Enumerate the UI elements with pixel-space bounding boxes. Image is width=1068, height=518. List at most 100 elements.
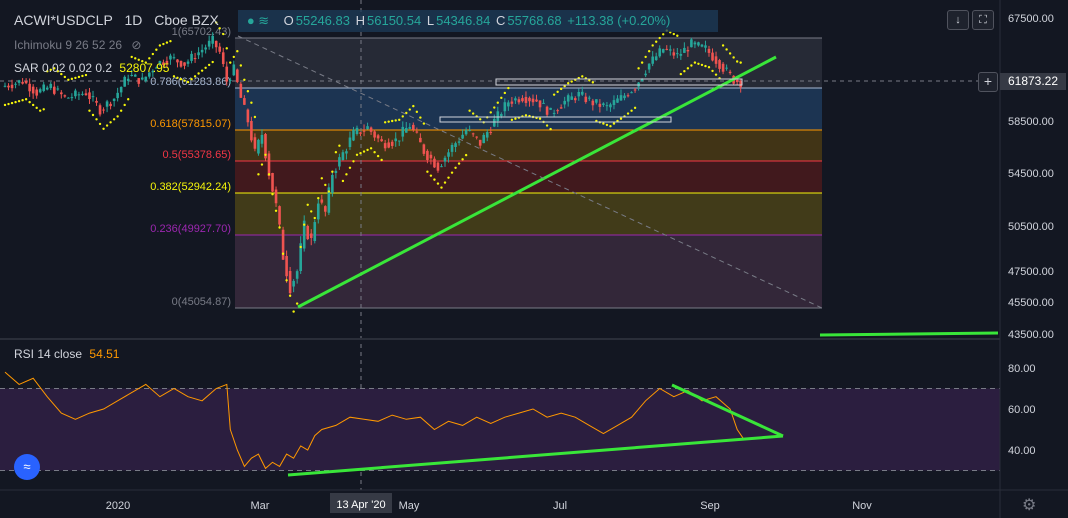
candle-body bbox=[246, 109, 250, 123]
gear-icon[interactable]: ⚙ bbox=[1022, 495, 1036, 515]
candle-body bbox=[225, 66, 229, 82]
sar-value: 52807.95 bbox=[119, 61, 170, 75]
candle-body bbox=[320, 199, 324, 203]
candle-body bbox=[609, 104, 612, 108]
sar-dot bbox=[707, 66, 711, 69]
candle-body bbox=[183, 62, 186, 66]
candle-body bbox=[359, 132, 362, 134]
candle-body bbox=[243, 98, 246, 105]
candle-body bbox=[10, 84, 14, 89]
candle-body bbox=[728, 71, 732, 74]
candle-body bbox=[281, 229, 285, 260]
candle-body bbox=[257, 139, 260, 154]
chart-canvas[interactable]: 1(65702.43)0.786(61283.86)0.618(57815.07… bbox=[0, 0, 1068, 518]
candle-body bbox=[179, 60, 183, 67]
sar-dot bbox=[429, 174, 433, 177]
sar-dot bbox=[538, 117, 542, 120]
candle-body bbox=[665, 48, 669, 50]
candle-body bbox=[369, 127, 373, 132]
eye-off-icon[interactable]: ● ≋ bbox=[238, 10, 278, 32]
sar-dot bbox=[721, 44, 725, 47]
symbol-name[interactable]: ACWI*USDCLP bbox=[14, 12, 113, 28]
sar-dot bbox=[327, 190, 331, 193]
sar-dot bbox=[10, 101, 14, 105]
sar-dot bbox=[345, 173, 348, 176]
sar-dot bbox=[496, 101, 499, 104]
sar-dot bbox=[3, 103, 7, 107]
sar-dot bbox=[686, 67, 690, 70]
candle-body bbox=[112, 98, 116, 101]
sar-legend[interactable]: SAR 0.02 0.02 0.2 52807.95 bbox=[14, 61, 169, 75]
candle-body bbox=[14, 83, 17, 85]
sar-dot bbox=[88, 109, 91, 112]
sar-dot bbox=[271, 193, 274, 196]
sar-dot bbox=[105, 124, 109, 127]
sar-dot bbox=[394, 119, 397, 122]
sar-dot bbox=[612, 122, 616, 125]
sar-dot bbox=[507, 86, 510, 90]
candle-body bbox=[633, 89, 637, 91]
sar-dot bbox=[647, 49, 651, 53]
sar-dot bbox=[619, 117, 623, 120]
arrow-down-icon[interactable]: ↓ bbox=[947, 10, 969, 30]
symbol-header[interactable]: ACWI*USDCLP 1D Cboe BZX bbox=[14, 12, 219, 28]
fullscreen-icon[interactable]: ⛶ bbox=[972, 10, 994, 30]
candle-body bbox=[426, 150, 429, 160]
sar-dot bbox=[725, 48, 728, 51]
candle-body bbox=[602, 103, 605, 105]
sar-dot bbox=[21, 99, 24, 102]
candle-body bbox=[436, 162, 440, 171]
fibonacci-retracement[interactable]: 1(65702.43)0.786(61283.86)0.618(57815.07… bbox=[150, 26, 822, 309]
candle-body bbox=[98, 105, 102, 115]
sar-dot bbox=[250, 101, 253, 104]
price-tick-label: 50500.00 bbox=[1008, 221, 1054, 233]
sar-dot bbox=[236, 49, 239, 53]
sar-dot bbox=[197, 72, 200, 75]
candle-body bbox=[580, 91, 584, 95]
sar-dot bbox=[320, 177, 323, 180]
candle-body bbox=[383, 143, 387, 149]
sar-dot bbox=[292, 310, 295, 313]
fib-level-label: 0.786(61283.86) bbox=[150, 76, 231, 88]
plus-icon[interactable]: + bbox=[978, 72, 998, 92]
sar-dot bbox=[352, 160, 355, 163]
rsi-legend[interactable]: RSI 14 close 54.51 bbox=[14, 347, 119, 361]
candle-body bbox=[651, 56, 654, 64]
candle-body bbox=[552, 112, 556, 114]
candle-body bbox=[686, 50, 690, 52]
eye-off-icon[interactable]: ⊘ bbox=[131, 38, 141, 52]
candle-body bbox=[366, 126, 369, 130]
interval-label[interactable]: 1D bbox=[124, 12, 142, 28]
candle-body bbox=[485, 132, 489, 138]
sar-dot bbox=[366, 148, 369, 152]
sar-dot bbox=[67, 78, 70, 82]
sar-dot bbox=[211, 60, 214, 64]
sar-dot bbox=[387, 120, 390, 123]
sar-dot bbox=[28, 100, 31, 104]
candle-body bbox=[464, 130, 468, 135]
candle-body bbox=[700, 44, 704, 47]
rsi-label: RSI 14 close bbox=[14, 347, 83, 361]
sar-dot bbox=[514, 117, 517, 120]
candle-body bbox=[49, 83, 53, 89]
high-value: 56150.54 bbox=[367, 13, 422, 28]
candle-body bbox=[102, 109, 105, 111]
price-tick-label: 54500.00 bbox=[1008, 168, 1054, 180]
horizontal-line[interactable] bbox=[819, 331, 999, 337]
ichimoku-legend[interactable]: Ichimoku 9 26 52 26 ⊘ bbox=[14, 38, 141, 52]
candle-body bbox=[176, 59, 179, 63]
sar-dot bbox=[162, 42, 165, 46]
sar-dot bbox=[183, 79, 186, 82]
sar-dot bbox=[443, 181, 447, 184]
candle-body bbox=[190, 53, 193, 61]
candle-body bbox=[482, 134, 486, 144]
low-value: 54346.84 bbox=[436, 13, 491, 28]
fib-level-label: 0.236(49927.70) bbox=[150, 223, 231, 235]
tradingview-logo-icon[interactable]: ≈ bbox=[14, 454, 40, 480]
candle-body bbox=[313, 222, 317, 241]
candle-body bbox=[668, 49, 672, 51]
candle-body bbox=[690, 39, 693, 48]
sar-dot bbox=[165, 41, 169, 44]
rsi-tick-label: 60.00 bbox=[1008, 404, 1036, 416]
sar-dot bbox=[732, 56, 735, 59]
